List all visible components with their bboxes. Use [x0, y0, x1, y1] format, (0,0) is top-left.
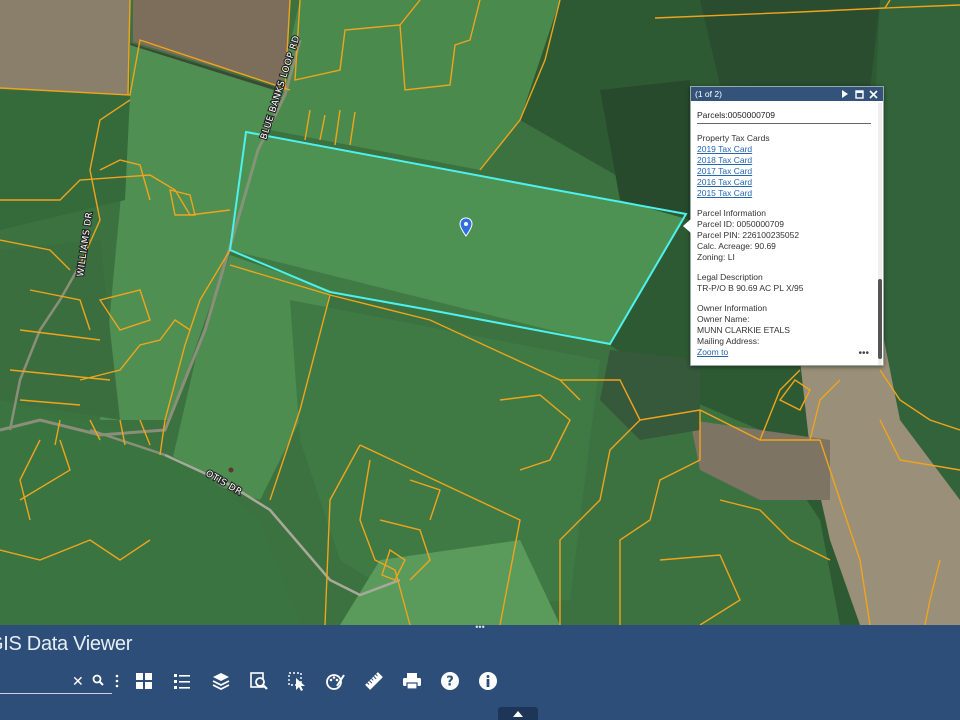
print-icon[interactable]	[401, 670, 423, 692]
panel-expand-tab[interactable]	[498, 707, 538, 720]
tax-card-link-2019[interactable]: 2019 Tax Card	[697, 144, 871, 155]
about-icon[interactable]	[477, 670, 499, 692]
search-input[interactable]	[0, 672, 74, 692]
close-icon[interactable]	[867, 88, 879, 100]
maximize-icon[interactable]	[853, 88, 865, 100]
legal-heading: Legal Description	[697, 272, 763, 282]
draw-icon[interactable]	[324, 670, 346, 692]
basemap-gallery-icon[interactable]	[133, 670, 155, 692]
measure-icon[interactable]	[363, 670, 385, 692]
app-title-text: GIS Data Viewer	[0, 633, 133, 655]
tax-card-link-2018[interactable]: 2018 Tax Card	[697, 155, 871, 166]
owner-name-label: Owner Name:	[697, 314, 750, 324]
popup-title: Parcels:0050000709	[697, 110, 871, 124]
bottom-panel: ••• GIS Data Viewer ✕ ?	[0, 623, 960, 720]
popup-pointer	[683, 219, 691, 233]
popup-counter: (1 of 2)	[695, 89, 722, 99]
tax-card-link-2017[interactable]: 2017 Tax Card	[697, 166, 871, 177]
clear-search-icon[interactable]: ✕	[72, 673, 84, 690]
owner-info-section: Owner Information Owner Name: MUNN CLARK…	[697, 303, 871, 358]
popup-scrollbar[interactable]	[878, 103, 882, 365]
tax-card-link-2016[interactable]: 2016 Tax Card	[697, 177, 871, 188]
zoom-to-link[interactable]: Zoom to	[697, 347, 871, 358]
scrollbar-thumb[interactable]	[878, 279, 882, 359]
tax-cards-heading: Property Tax Cards	[697, 133, 770, 143]
app-title: GIS Data Viewer	[0, 633, 132, 656]
layer-list-icon[interactable]	[210, 670, 232, 692]
tax-cards-section: Property Tax Cards 2019 Tax Card 2018 Ta…	[697, 133, 871, 199]
help-icon[interactable]: ?	[439, 670, 461, 692]
owner-heading: Owner Information	[697, 303, 767, 313]
popup-header: (1 of 2)	[691, 87, 883, 101]
parcel-id: Parcel ID: 0050000709	[697, 219, 784, 229]
search-options-icon[interactable]	[115, 673, 119, 689]
search-icon[interactable]	[92, 673, 104, 691]
owner-name: MUNN CLARKIE ETALS	[697, 325, 790, 335]
legal-description-section: Legal Description TR-P/O B 90.69 AC PL X…	[697, 272, 871, 294]
zoning: Zoning: LI	[697, 252, 735, 262]
mailing-address-label: Mailing Address:	[697, 336, 760, 346]
chevron-up-icon	[513, 710, 523, 717]
calc-acreage: Calc. Acreage: 90.69	[697, 241, 776, 251]
search-box[interactable]: ✕	[0, 669, 112, 694]
legal-text: TR-P/O B 90.69 AC PL X/95	[697, 283, 804, 293]
tax-card-link-2015[interactable]: 2015 Tax Card	[697, 188, 871, 199]
parcel-pin: Parcel PIN: 226100235052	[697, 230, 800, 240]
more-actions-button[interactable]: •••	[858, 348, 869, 359]
play-icon[interactable]	[839, 88, 851, 100]
query-icon[interactable]	[248, 670, 270, 692]
popup-body: Parcels:0050000709 Property Tax Cards 20…	[697, 103, 871, 361]
select-icon[interactable]	[286, 670, 308, 692]
parcel-info-section: Parcel Information Parcel ID: 0050000709…	[697, 208, 871, 263]
parcel-popup: (1 of 2) Parcels:0050000709 Property Tax…	[683, 86, 884, 366]
svg-text:?: ?	[446, 675, 454, 690]
parcel-info-heading: Parcel Information	[697, 208, 766, 218]
panel-resize-handle[interactable]: •••	[0, 623, 960, 633]
legend-icon[interactable]	[171, 670, 193, 692]
